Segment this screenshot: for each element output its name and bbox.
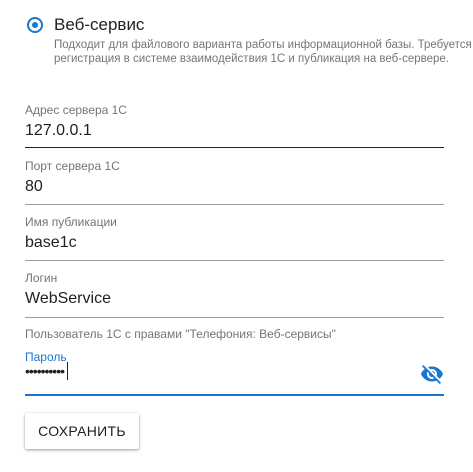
login-label: Логин <box>25 271 58 285</box>
web-service-hint: Подходит для файлового варианта работы и… <box>54 39 472 65</box>
web-service-settings-form: Веб-сервис Подходит для файлового вариан… <box>0 0 473 472</box>
login-field[interactable]: Логин <box>25 271 444 318</box>
web-service-radio[interactable] <box>27 17 43 33</box>
server-port-input[interactable] <box>25 178 405 196</box>
password-label: Пароль <box>25 350 67 364</box>
publication-name-input[interactable] <box>25 234 405 252</box>
server-address-input[interactable] <box>25 122 405 140</box>
publication-name-label: Имя публикации <box>25 215 117 229</box>
server-port-label: Порт сервера 1С <box>25 159 120 173</box>
password-masked-value: •••••••••• <box>25 363 65 379</box>
login-input[interactable] <box>25 290 405 308</box>
login-hint: Пользователь 1С с правами "Телефония: Ве… <box>25 327 336 341</box>
password-field[interactable]: Пароль •••••••••• <box>25 350 444 396</box>
server-port-field[interactable]: Порт сервера 1С <box>25 159 444 205</box>
server-address-label: Адрес сервера 1С <box>25 103 127 117</box>
password-input[interactable]: •••••••••• <box>25 362 69 381</box>
save-button[interactable]: СОХРАНИТЬ <box>25 413 139 449</box>
eye-off-icon[interactable] <box>420 362 444 386</box>
web-service-radio-label[interactable]: Веб-сервис <box>54 15 144 35</box>
publication-name-field[interactable]: Имя публикации <box>25 215 444 261</box>
server-address-field[interactable]: Адрес сервера 1С <box>25 103 444 148</box>
text-caret <box>67 362 69 381</box>
